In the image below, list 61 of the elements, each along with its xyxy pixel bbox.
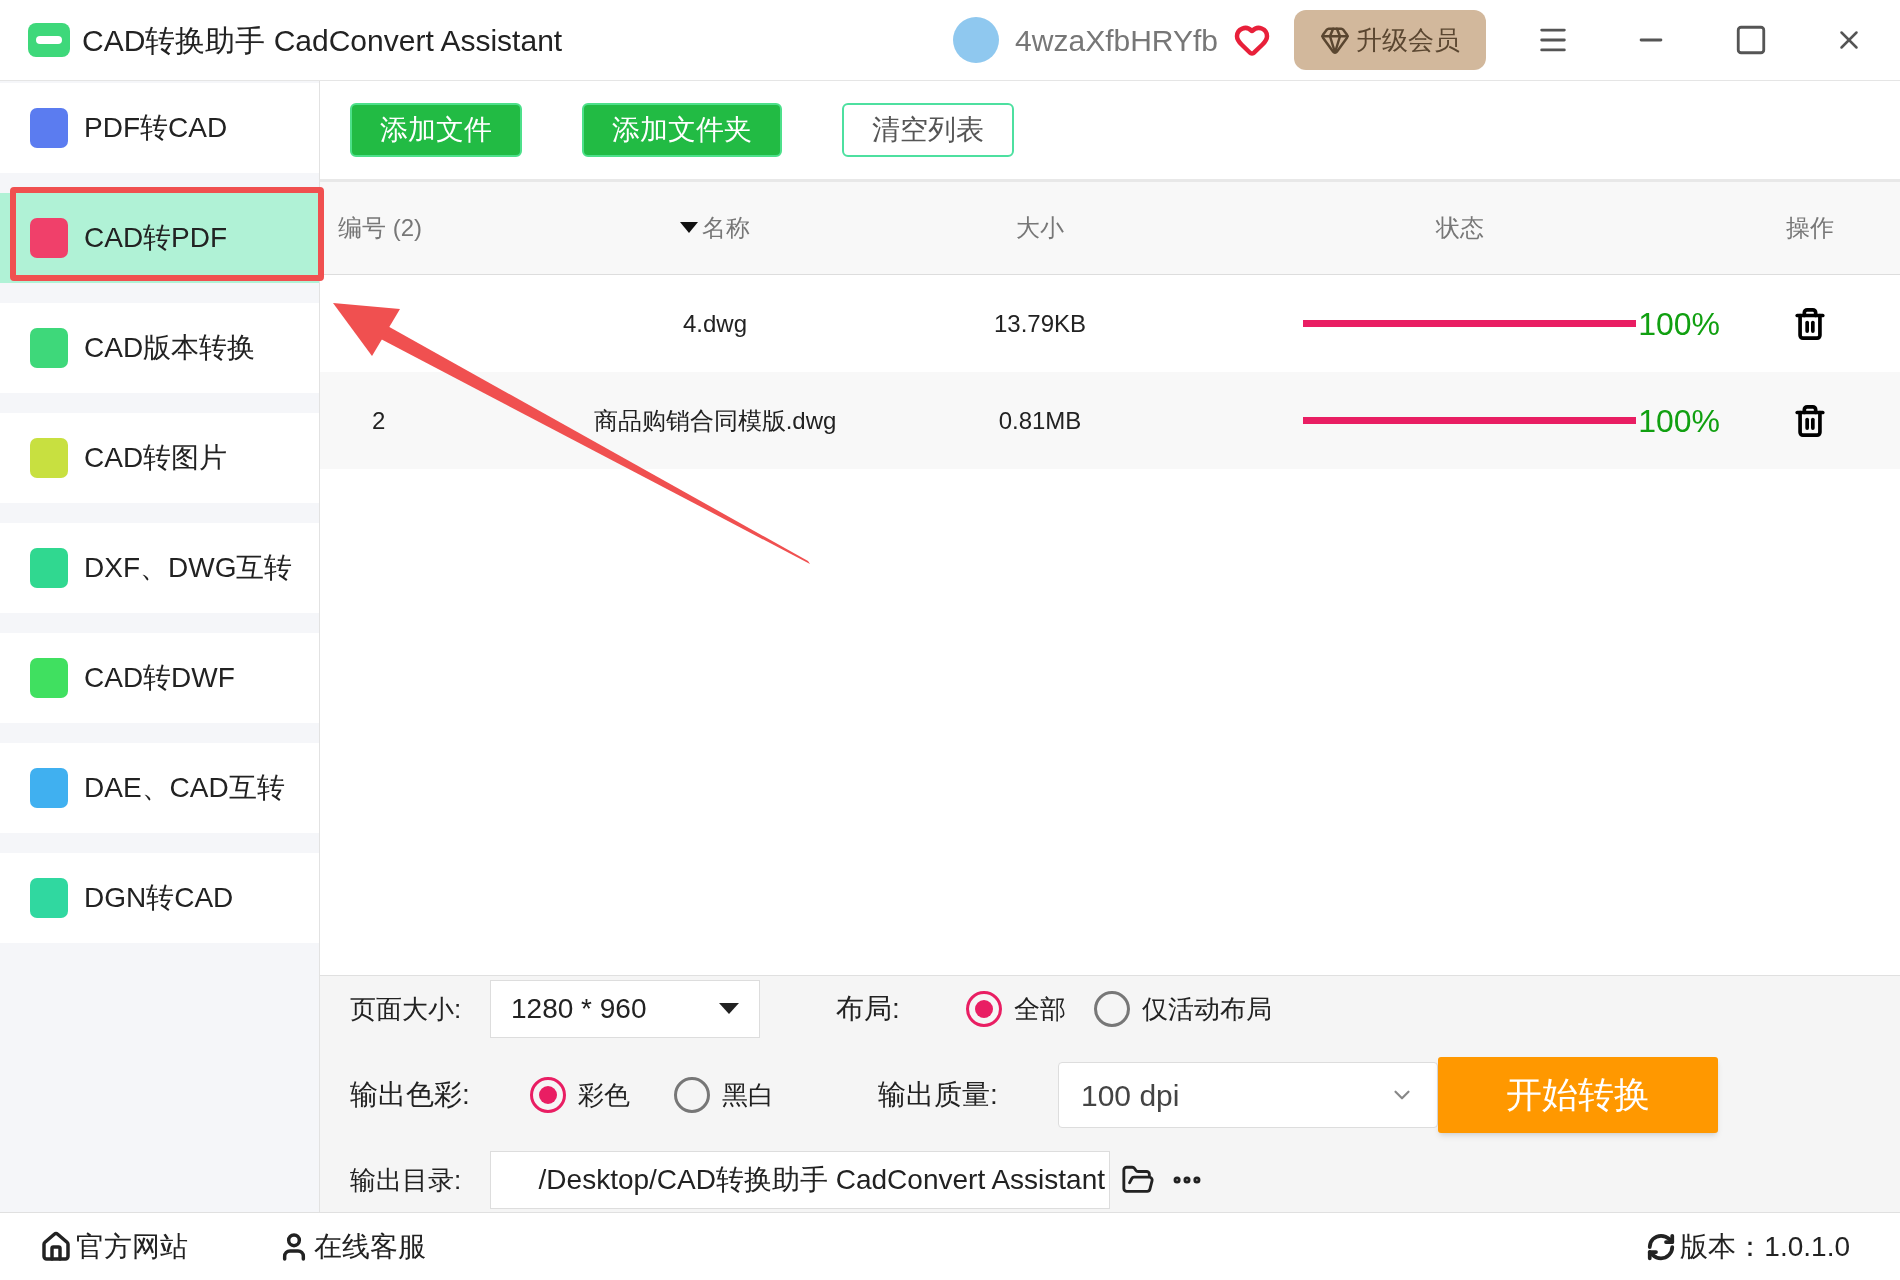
sidebar-label: CAD转PDF [84, 221, 228, 255]
field-label: 输出色彩: [350, 1078, 471, 1112]
sidebar-item[interactable]: DGN转CAD [0, 853, 319, 943]
sidebar-label: PDF转CAD [84, 111, 228, 145]
radio-button[interactable] [966, 991, 1002, 1027]
column-header[interactable]: 编号 (2) [320, 210, 550, 246]
avatar-icon [953, 17, 1000, 63]
sidebar-label: DXF、DWG互转 [84, 551, 293, 585]
sidebar-item[interactable]: CAD转DWF [0, 633, 319, 723]
sidebar-label: CAD转DWF [84, 661, 235, 695]
footer-link[interactable]: 在线客服 [278, 1225, 426, 1268]
maximize-icon[interactable] [1734, 23, 1768, 57]
home-icon [40, 1230, 72, 1263]
username: 4wzaXfbHRYfb [1015, 22, 1218, 59]
version-text: 版本：1.0.1.0 [1680, 1229, 1850, 1264]
file-size: 0.81MB [997, 405, 1083, 436]
progress-percent: 100% [1638, 401, 1720, 441]
file-name: 商品购销合同模版.dwg [592, 405, 838, 436]
file-name: 4.dwg [681, 308, 748, 339]
column-header[interactable]: 名称 [550, 210, 880, 246]
page-size-dropdown[interactable]: 1280 * 960 [490, 980, 760, 1038]
window-title: CAD转换助手 CadConvert Assistant [82, 22, 563, 59]
radio-label: 黑白 [722, 1078, 774, 1112]
sidebar-item[interactable]: DAE、CAD互转 [0, 743, 319, 833]
radio-label: 彩色 [578, 1078, 630, 1112]
upgrade-button[interactable]: 升级会员 [1294, 10, 1486, 70]
radio-label: 仅活动布局 [1142, 992, 1272, 1026]
sidebar-item[interactable]: PDF转CAD [0, 83, 319, 173]
row-number: 2 [371, 405, 387, 436]
sidebar-item[interactable]: DXF、DWG互转 [0, 523, 319, 613]
radio-label: 全部 [1014, 992, 1066, 1026]
progress-percent: 100% [1638, 304, 1720, 344]
field-label: 输出质量: [878, 1078, 999, 1112]
radio-button[interactable] [530, 1077, 566, 1113]
sidebar-label: DGN转CAD [84, 881, 234, 915]
file-size: 13.79KB [992, 308, 1088, 339]
toolbar-button[interactable]: 清空列表 [842, 103, 1014, 157]
field-label: 布局: [836, 992, 901, 1026]
column-header[interactable]: 状态 [1200, 210, 1720, 246]
sidebar-label: CAD版本转换 [84, 331, 256, 365]
sidebar-label: DAE、CAD互转 [84, 771, 285, 805]
delete-icon[interactable] [1793, 402, 1827, 439]
sidebar-item[interactable]: CAD转图片 [0, 413, 319, 503]
sidebar-label: CAD转图片 [84, 441, 228, 475]
output-path-field[interactable]: /Desktop/CAD转换助手 CadConvert Assistant [490, 1151, 1110, 1209]
delete-icon[interactable] [1793, 305, 1827, 342]
column-header[interactable]: 操作 [1720, 210, 1900, 246]
sidebar-item[interactable]: CAD版本转换 [0, 303, 319, 393]
quality-dropdown[interactable]: 100 dpi [1058, 1062, 1438, 1128]
diamond-icon [1320, 25, 1350, 55]
field-label: 输出目录: [350, 1163, 463, 1197]
field-label: 页面大小: [350, 992, 463, 1026]
sort-caret-icon [680, 222, 698, 234]
column-header[interactable]: 大小 [880, 210, 1200, 246]
footer-link[interactable]: 官方网站 [40, 1225, 188, 1268]
app-logo [28, 23, 70, 57]
refresh-icon [1646, 1231, 1677, 1262]
table-row[interactable]: 2 商品购销合同模版.dwg 0.81MB 100% [320, 372, 1900, 469]
caret-icon [719, 1003, 739, 1015]
radio-button[interactable] [1094, 991, 1130, 1027]
radio-button[interactable] [674, 1077, 710, 1113]
